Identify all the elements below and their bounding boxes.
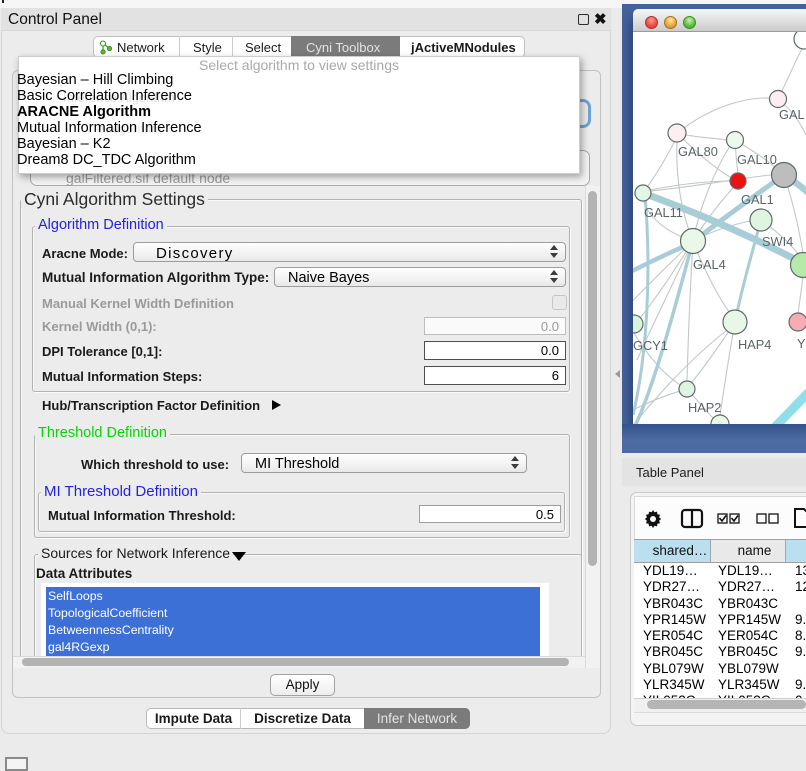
svg-text:GAL4: GAL4 xyxy=(693,257,726,272)
svg-text:GCY1: GCY1 xyxy=(633,338,668,353)
svg-text:GAL10: GAL10 xyxy=(737,152,777,167)
svg-text:GAL11: GAL11 xyxy=(644,205,683,220)
svg-text:GAL: GAL xyxy=(779,107,805,122)
svg-text:HAP2: HAP2 xyxy=(688,400,721,415)
svg-text:GAL1: GAL1 xyxy=(741,192,774,207)
svg-text:Y: Y xyxy=(797,336,806,351)
svg-text:GAL80: GAL80 xyxy=(678,144,718,159)
svg-text:SWI4: SWI4 xyxy=(762,234,793,249)
svg-text:HAP4: HAP4 xyxy=(738,337,771,352)
